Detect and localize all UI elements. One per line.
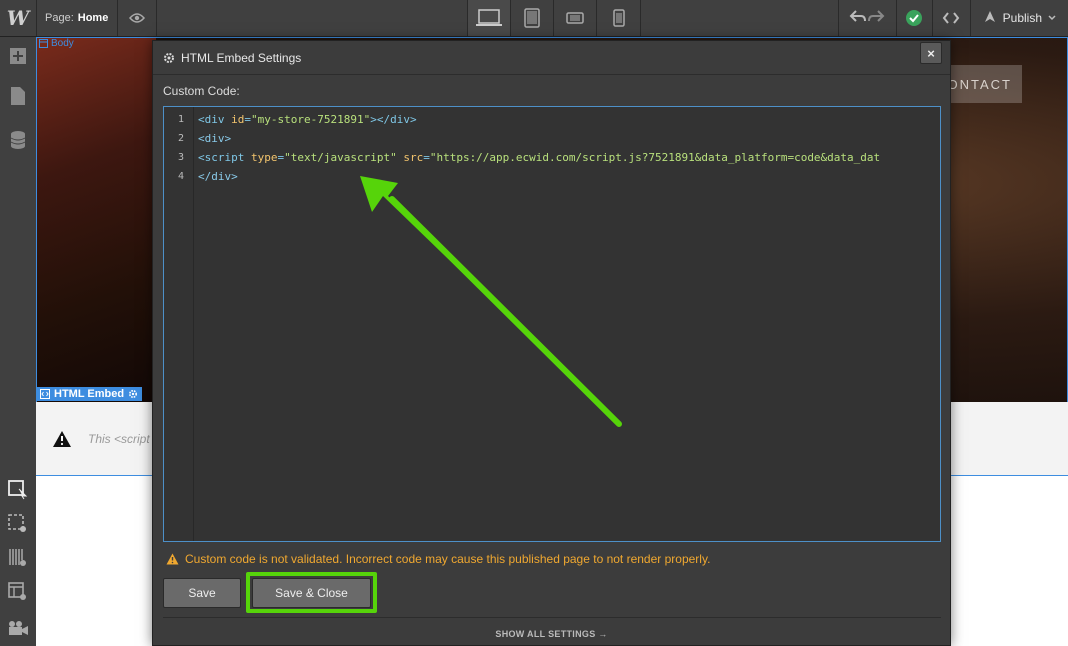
publish-rocket-icon	[984, 11, 995, 22]
line-number-gutter: 1 2 3 4	[164, 107, 194, 541]
html-embed-settings-dialog: HTML Embed Settings × Custom Code: 1 2 3…	[152, 40, 951, 646]
embed-message: This <script	[88, 432, 150, 446]
grid-overlay-icon[interactable]	[0, 543, 36, 573]
pages-icon[interactable]	[0, 81, 36, 111]
code-line-2: <div>	[198, 132, 232, 145]
custom-code-label: Custom Code:	[163, 84, 240, 98]
selector-icon[interactable]	[0, 475, 36, 505]
mobile-portrait-icon[interactable]	[597, 0, 640, 36]
warning-icon	[166, 553, 179, 565]
code-export-icon[interactable]	[931, 0, 970, 36]
line-number: 1	[177, 114, 184, 125]
saved-status-icon[interactable]	[895, 0, 932, 36]
embed-code-icon	[40, 389, 50, 399]
gear-icon	[164, 52, 174, 63]
close-button[interactable]: ×	[920, 42, 942, 64]
dialog-title: HTML Embed Settings	[181, 50, 302, 65]
chevron-down-icon	[1048, 15, 1056, 21]
toolbar-right: Publish	[837, 0, 1068, 36]
tablet-icon[interactable]	[511, 0, 554, 36]
body-icon	[39, 39, 48, 48]
undo-icon[interactable]	[849, 9, 867, 28]
add-element-icon[interactable]	[0, 41, 36, 71]
page-name: Home	[77, 12, 109, 24]
divider	[163, 617, 941, 618]
publish-button[interactable]: Publish	[969, 0, 1068, 36]
top-toolbar: W Page: Home Publish	[0, 0, 1068, 37]
line-number: 3	[177, 152, 184, 163]
save-button[interactable]: Save	[163, 578, 241, 608]
publish-label: Publish	[1002, 11, 1042, 25]
redo-icon[interactable]	[867, 9, 885, 28]
validation-warning: Custom code is not validated. Incorrect …	[166, 552, 710, 566]
mobile-landscape-icon[interactable]	[554, 0, 597, 36]
desktop-icon[interactable]	[468, 0, 511, 36]
undo-redo	[837, 0, 896, 36]
webflow-logo[interactable]: W	[0, 0, 37, 36]
line-number: 4	[177, 171, 184, 182]
warning-icon	[53, 431, 71, 447]
body-tag-text: Body	[51, 38, 74, 49]
save-and-close-button[interactable]: Save & Close	[252, 578, 371, 608]
show-all-settings-link[interactable]: SHOW ALL SETTINGS →	[153, 629, 950, 639]
html-embed-tag[interactable]: HTML Embed	[36, 387, 143, 401]
left-toolbar	[0, 37, 37, 646]
device-switcher	[467, 0, 641, 36]
preview-eye-icon[interactable]	[118, 0, 157, 36]
code-editor[interactable]: 1 2 3 4 <div id="my-store-7521891"></div…	[163, 106, 941, 542]
layout-icon[interactable]	[0, 577, 36, 607]
embed-tag-text: HTML Embed	[54, 388, 125, 400]
code-line-4: </div>	[198, 170, 238, 183]
cms-database-icon[interactable]	[0, 125, 36, 155]
video-camera-icon[interactable]	[0, 613, 36, 643]
line-number: 2	[177, 133, 184, 144]
page-label: Page:	[45, 12, 74, 24]
dialog-header: HTML Embed Settings	[153, 41, 950, 75]
code-line-3: <script type="text/javascript" src="http…	[198, 151, 881, 164]
preview-box-icon[interactable]	[0, 509, 36, 539]
gear-icon[interactable]	[128, 389, 138, 399]
code-line-1: <div id="my-store-7521891"></div>	[198, 113, 417, 126]
page-selector[interactable]: Page: Home	[36, 0, 118, 36]
warning-text: Custom code is not validated. Incorrect …	[185, 552, 711, 566]
body-label: Body	[36, 37, 77, 50]
